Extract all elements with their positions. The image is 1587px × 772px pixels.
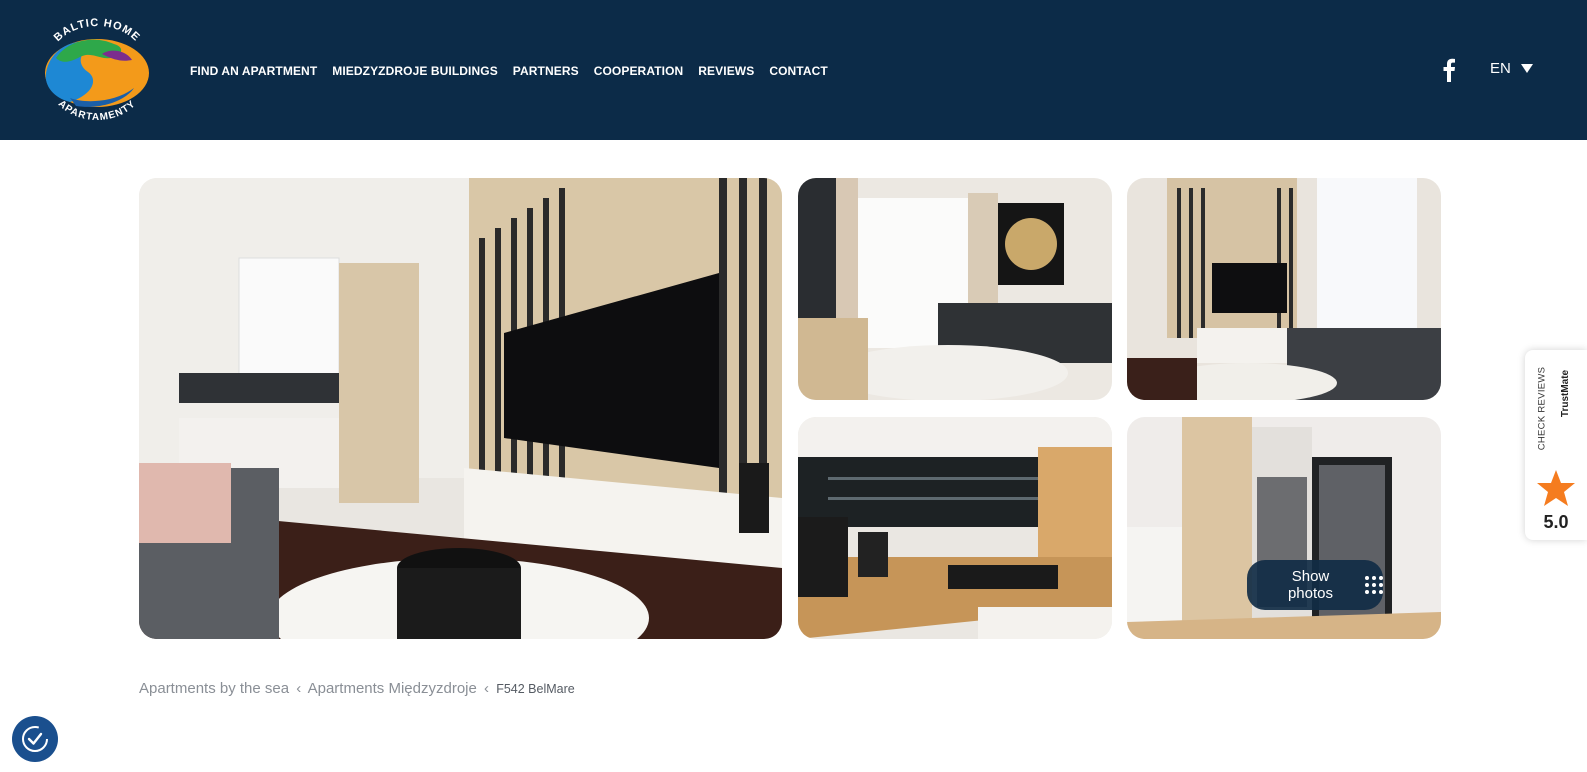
breadcrumb: Apartments by the sea ‹ Apartments Międz… <box>139 680 575 697</box>
chevron-down-icon <box>1520 64 1533 73</box>
nav-find-apartment[interactable]: FIND AN APARTMENT <box>190 64 317 78</box>
show-photos-button[interactable]: Show photos <box>1247 560 1383 610</box>
breadcrumb-current: F542 BelMare <box>496 682 575 696</box>
gallery-photo-2[interactable] <box>1127 178 1441 400</box>
accessibility-icon <box>22 726 48 752</box>
show-photos-label: Show photos <box>1287 568 1334 602</box>
gallery-photo-1[interactable] <box>798 178 1112 400</box>
trustmate-score: 5.0 <box>1543 512 1569 532</box>
facebook-icon[interactable] <box>1442 58 1456 82</box>
trustmate-widget[interactable]: CHECK REVIEWS TrustMate 5.0 <box>1525 350 1587 540</box>
nav-cooperation[interactable]: COOPERATION <box>594 64 684 78</box>
check-reviews-label-wrap: CHECK REVIEWS <box>1531 358 1553 458</box>
breadcrumb-separator: ‹ <box>484 680 490 697</box>
breadcrumb-separator: ‹ <box>296 680 302 697</box>
site-header: BALTIC HOME APARTAMENTY FIND AN APARTMEN… <box>0 0 1587 140</box>
nav-miedzyzdroje-buildings[interactable]: MIEDZYZDROJE BUILDINGS <box>332 64 498 78</box>
check-reviews-label: CHECK REVIEWS <box>1536 366 1548 450</box>
gallery-photo-3[interactable] <box>798 417 1112 639</box>
baltic-home-logo[interactable]: BALTIC HOME APARTAMENTY <box>36 17 158 123</box>
gallery-photo-main[interactable] <box>139 178 782 639</box>
nav-contact[interactable]: CONTACT <box>769 64 827 78</box>
nav-reviews[interactable]: REVIEWS <box>698 64 754 78</box>
breadcrumb-apartments-by-the-sea[interactable]: Apartments by the sea <box>139 680 289 697</box>
language-selector[interactable]: EN <box>1490 60 1533 77</box>
star-icon <box>1536 468 1576 508</box>
accessibility-button[interactable] <box>12 716 58 762</box>
main-nav: FIND AN APARTMENT MIEDZYZDROJE BUILDINGS… <box>190 64 843 78</box>
breadcrumb-apartments-miedzyzdroje[interactable]: Apartments Międzyzdroje <box>308 680 477 697</box>
trustmate-brand: TrustMate <box>1560 369 1572 417</box>
language-label: EN <box>1490 60 1511 77</box>
nav-partners[interactable]: PARTNERS <box>513 64 579 78</box>
trustmate-brand-wrap: TrustMate <box>1555 360 1577 426</box>
grid-icon <box>1365 576 1383 594</box>
